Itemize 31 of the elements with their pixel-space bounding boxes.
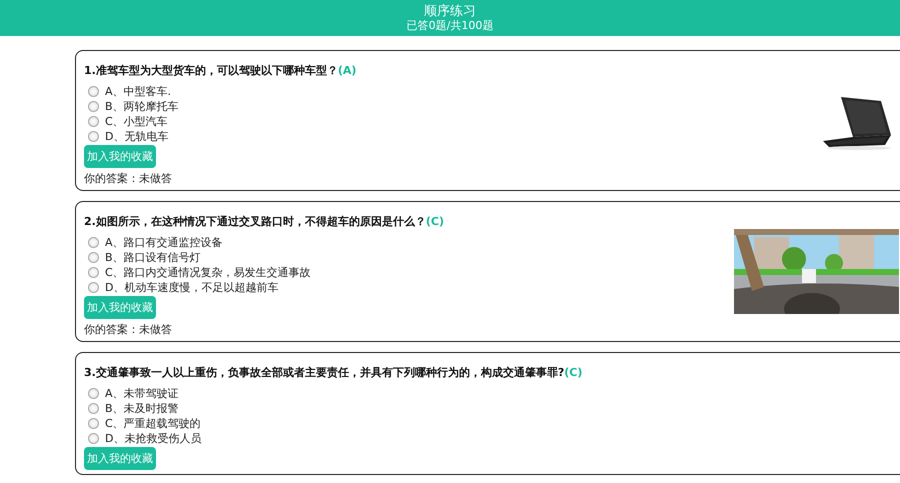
question-text: 1.准驾车型为大型货车的，可以驾驶以下哪种车型？(A)	[84, 63, 356, 78]
option[interactable]: B、路口设有信号灯	[88, 250, 201, 265]
radio-button[interactable]	[88, 131, 99, 142]
option[interactable]: C、小型汽车	[88, 114, 168, 129]
radio-button[interactable]	[88, 267, 99, 278]
radio-button[interactable]	[88, 418, 99, 429]
option[interactable]: A、中型客车.	[88, 84, 172, 99]
option[interactable]: D、机动车速度慢，不足以超越前车	[88, 280, 278, 295]
your-answer-text: 你的答案：未做答	[84, 322, 172, 337]
option[interactable]: C、路口内交通情况复杂，易发生交通事故	[88, 265, 311, 280]
radio-button[interactable]	[88, 388, 99, 399]
your-answer-text: 你的答案：未做答	[84, 171, 172, 186]
radio-button[interactable]	[88, 101, 99, 112]
radio-button[interactable]	[88, 86, 99, 97]
option[interactable]: D、未抢救受伤人员	[88, 431, 202, 446]
option[interactable]: A、路口有交通监控设备	[88, 235, 223, 250]
option[interactable]: C、严重超载驾驶的	[88, 416, 201, 431]
question-text: 2.如图所示，在这种情况下通过交叉路口时，不得超车的原因是什么？(C)	[84, 214, 444, 229]
progress-text: 已答0题/共100题	[406, 19, 494, 32]
radio-button[interactable]	[88, 403, 99, 414]
option[interactable]: B、未及时报警	[88, 401, 179, 416]
question-text: 3.交通肇事致一人以上重伤，负事故全部或者主要责任，并具有下列哪种行为的，构成交通肇事罪?(C)	[84, 365, 582, 380]
radio-button[interactable]	[88, 237, 99, 248]
radio-button[interactable]	[88, 252, 99, 263]
option[interactable]: B、两轮摩托车	[88, 99, 179, 114]
option[interactable]: D、无轨电车	[88, 129, 168, 144]
radio-button[interactable]	[88, 116, 99, 127]
option[interactable]: A、未带驾驶证	[88, 386, 179, 401]
page-title: 顺序练习	[424, 4, 476, 19]
radio-button[interactable]	[88, 282, 99, 293]
radio-button[interactable]	[88, 433, 99, 444]
